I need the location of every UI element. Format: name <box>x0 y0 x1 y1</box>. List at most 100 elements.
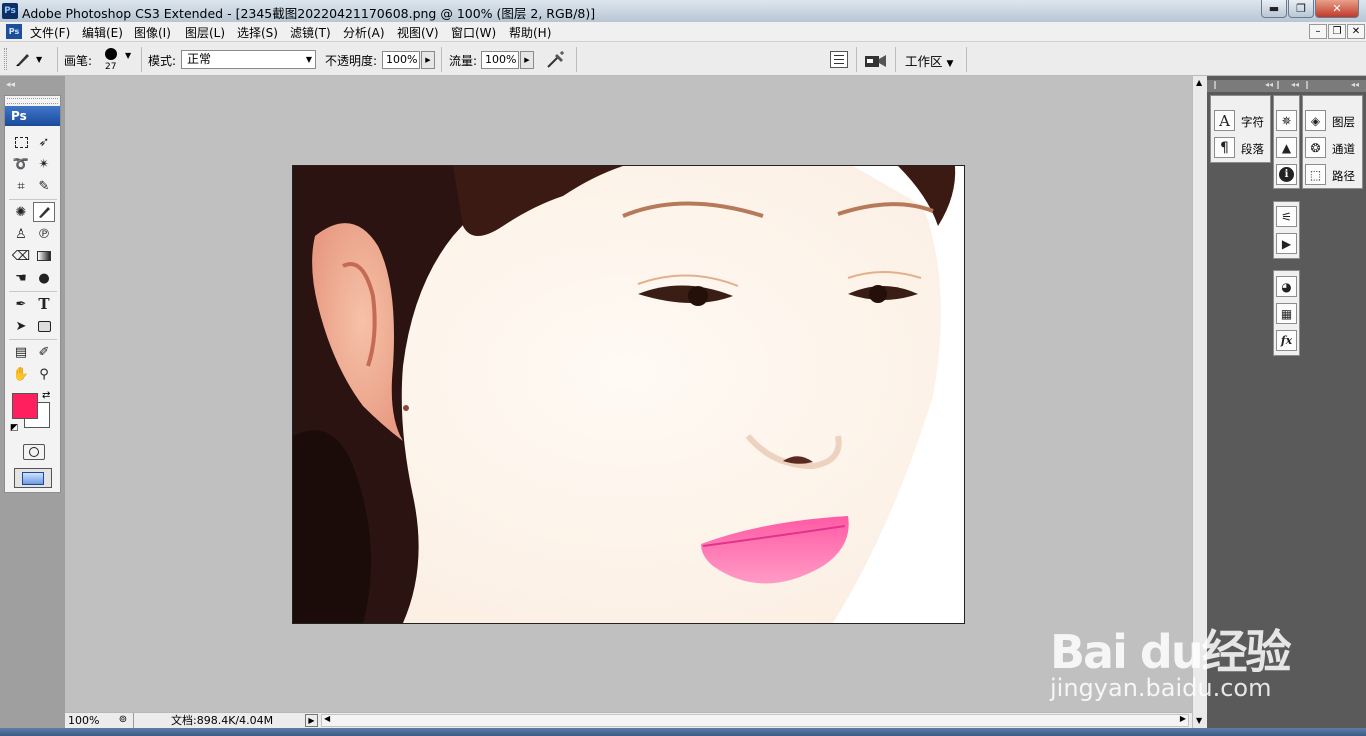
close-button[interactable]: ✕ <box>1315 0 1359 18</box>
flow-input[interactable]: 100% <box>481 51 519 69</box>
doc-restore-button[interactable]: ❐ <box>1328 24 1346 39</box>
history-panel-button[interactable]: ⚟ <box>1276 206 1297 227</box>
layers-label: 图层 <box>1332 115 1355 129</box>
character-panel-button[interactable]: A <box>1214 110 1235 131</box>
scroll-down-icon[interactable]: ▼ <box>1196 716 1202 725</box>
bridge-button[interactable] <box>864 50 888 70</box>
photoshop-app-icon: Ps <box>2 3 18 19</box>
minimize-button[interactable]: ▬ <box>1261 0 1287 18</box>
scroll-right-icon[interactable]: ▶ <box>1180 714 1186 723</box>
menu-window[interactable]: 窗口(W) <box>451 24 496 41</box>
crop-tool[interactable]: ⌗ <box>10 176 32 196</box>
separator <box>576 47 577 72</box>
menu-layer[interactable]: 图层(L) <box>185 24 225 41</box>
menu-file[interactable]: 文件(F) <box>30 24 70 41</box>
quick-mask-button[interactable] <box>23 444 45 460</box>
path-selection-tool[interactable]: ➤ <box>10 316 32 336</box>
color-panel-group: ◕ ▦ fx <box>1273 270 1300 356</box>
marquee-tool[interactable] <box>10 132 32 152</box>
dodge-tool[interactable]: ● <box>33 268 55 288</box>
collapse-icon[interactable]: ◂◂ <box>1265 80 1273 89</box>
hand-tool[interactable]: ✋ <box>10 364 32 384</box>
history-brush-tool[interactable]: ℗ <box>33 224 55 244</box>
workspace-menu[interactable]: 工作区 ▼ <box>905 51 953 70</box>
status-menu-button[interactable]: ▶ <box>305 714 318 727</box>
blur-tool[interactable]: ☚ <box>10 268 32 288</box>
mode-select[interactable]: 正常 ▼ <box>181 50 316 69</box>
info-panel-button[interactable]: i <box>1276 164 1297 185</box>
airbrush-toggle[interactable] <box>545 50 567 70</box>
zoom-level-field[interactable]: 100% <box>68 714 108 727</box>
scroll-up-icon[interactable]: ▲ <box>1196 78 1202 87</box>
dock-header: ‖ ◂◂ ‖ ◂◂ ‖ ◂◂ <box>1207 80 1366 92</box>
grip-icon[interactable]: ‖ <box>1213 80 1217 89</box>
document-icon[interactable]: Ps <box>6 24 22 39</box>
healing-brush-tool[interactable]: ✺ <box>10 202 32 222</box>
pen-tool[interactable]: ✒ <box>10 294 32 314</box>
actions-panel-button[interactable]: ▶ <box>1276 233 1297 254</box>
pen-icon: ✒ <box>15 296 27 312</box>
navigator-panel-button[interactable]: ✵ <box>1276 110 1297 131</box>
shape-tool[interactable] <box>33 316 55 336</box>
opacity-slider-button[interactable]: ▶ <box>421 51 435 69</box>
swatches-panel-button[interactable]: ▦ <box>1276 303 1297 324</box>
chevron-down-icon: ▼ <box>946 59 954 69</box>
channels-panel-button[interactable]: ❂ <box>1305 137 1326 158</box>
brush-tool[interactable] <box>33 202 55 222</box>
slice-icon: ✎ <box>38 178 50 194</box>
status-options-icon[interactable]: ⊚ <box>115 714 131 727</box>
foreground-color-swatch[interactable] <box>12 393 38 419</box>
default-colors-icon[interactable]: ◩ <box>10 423 19 433</box>
collapse-icon[interactable]: ◂◂ <box>1351 80 1359 89</box>
color-panel-button[interactable]: ◕ <box>1276 276 1297 297</box>
horizontal-scrollbar[interactable]: ◀ ▶ <box>321 714 1189 727</box>
flow-slider-button[interactable]: ▶ <box>520 51 534 69</box>
toolbox-grip[interactable] <box>7 98 58 104</box>
layers-panel-button[interactable]: ◈ <box>1305 110 1326 131</box>
doc-minimize-button[interactable]: – <box>1309 24 1327 39</box>
menu-filter[interactable]: 滤镜(T) <box>290 24 331 41</box>
brush-size: 27 <box>105 62 117 72</box>
slice-tool[interactable]: ✎ <box>33 176 55 196</box>
clone-stamp-tool[interactable]: ♙ <box>10 224 32 244</box>
gradient-tool[interactable] <box>33 246 55 266</box>
grip-icon[interactable]: ‖ <box>1276 80 1280 89</box>
paths-panel-button[interactable]: ⬚ <box>1305 164 1326 185</box>
eraser-tool[interactable]: ⌫ <box>10 246 32 266</box>
document-canvas[interactable] <box>292 165 965 624</box>
opacity-input[interactable]: 100% <box>382 51 420 69</box>
notes-tool[interactable]: ▤ <box>10 342 32 362</box>
brush-picker[interactable]: 27 ▼ <box>100 46 136 74</box>
screen-mode-button[interactable] <box>14 468 52 488</box>
doc-close-button[interactable]: ✕ <box>1347 24 1365 39</box>
menu-view[interactable]: 视图(V) <box>397 24 439 41</box>
scroll-left-icon[interactable]: ◀ <box>324 714 330 723</box>
brush-tool-icon <box>16 54 29 66</box>
histogram-panel-button[interactable]: ▲ <box>1276 137 1297 158</box>
maximize-button[interactable]: ❐ <box>1288 0 1314 18</box>
styles-panel-button[interactable]: fx <box>1276 330 1297 351</box>
character-paragraph-panel: A 字符 ¶ 段落 <box>1210 95 1271 163</box>
magic-wand-tool[interactable]: ✴ <box>33 154 55 174</box>
options-grip[interactable] <box>4 48 7 70</box>
zoom-tool[interactable]: ⚲ <box>33 364 55 384</box>
lasso-tool[interactable]: ➰ <box>10 154 32 174</box>
restore-icon: ❐ <box>1296 2 1306 15</box>
paragraph-panel-button[interactable]: ¶ <box>1214 137 1235 158</box>
type-tool[interactable]: T <box>33 294 55 314</box>
menu-edit[interactable]: 编辑(E) <box>82 24 123 41</box>
palette-well-button[interactable] <box>830 51 848 68</box>
eyedropper-tool[interactable]: ✐ <box>33 342 55 362</box>
collapse-icon[interactable]: ◂◂ <box>1291 80 1299 89</box>
separator <box>441 47 442 72</box>
menu-analysis[interactable]: 分析(A) <box>343 24 385 41</box>
paths-icon: ⬚ <box>1309 167 1322 182</box>
menu-select[interactable]: 选择(S) <box>237 24 278 41</box>
tool-preset-picker[interactable]: ▼ <box>14 49 52 69</box>
swap-colors-icon[interactable]: ⇄ <box>42 390 50 401</box>
menu-image[interactable]: 图像(I) <box>134 24 171 41</box>
move-tool[interactable]: ➶ <box>33 132 55 152</box>
menu-help[interactable]: 帮助(H) <box>509 24 551 41</box>
grip-icon[interactable]: ‖ <box>1305 80 1309 89</box>
collapse-toolbox-icon[interactable]: ◂◂ <box>6 80 15 90</box>
